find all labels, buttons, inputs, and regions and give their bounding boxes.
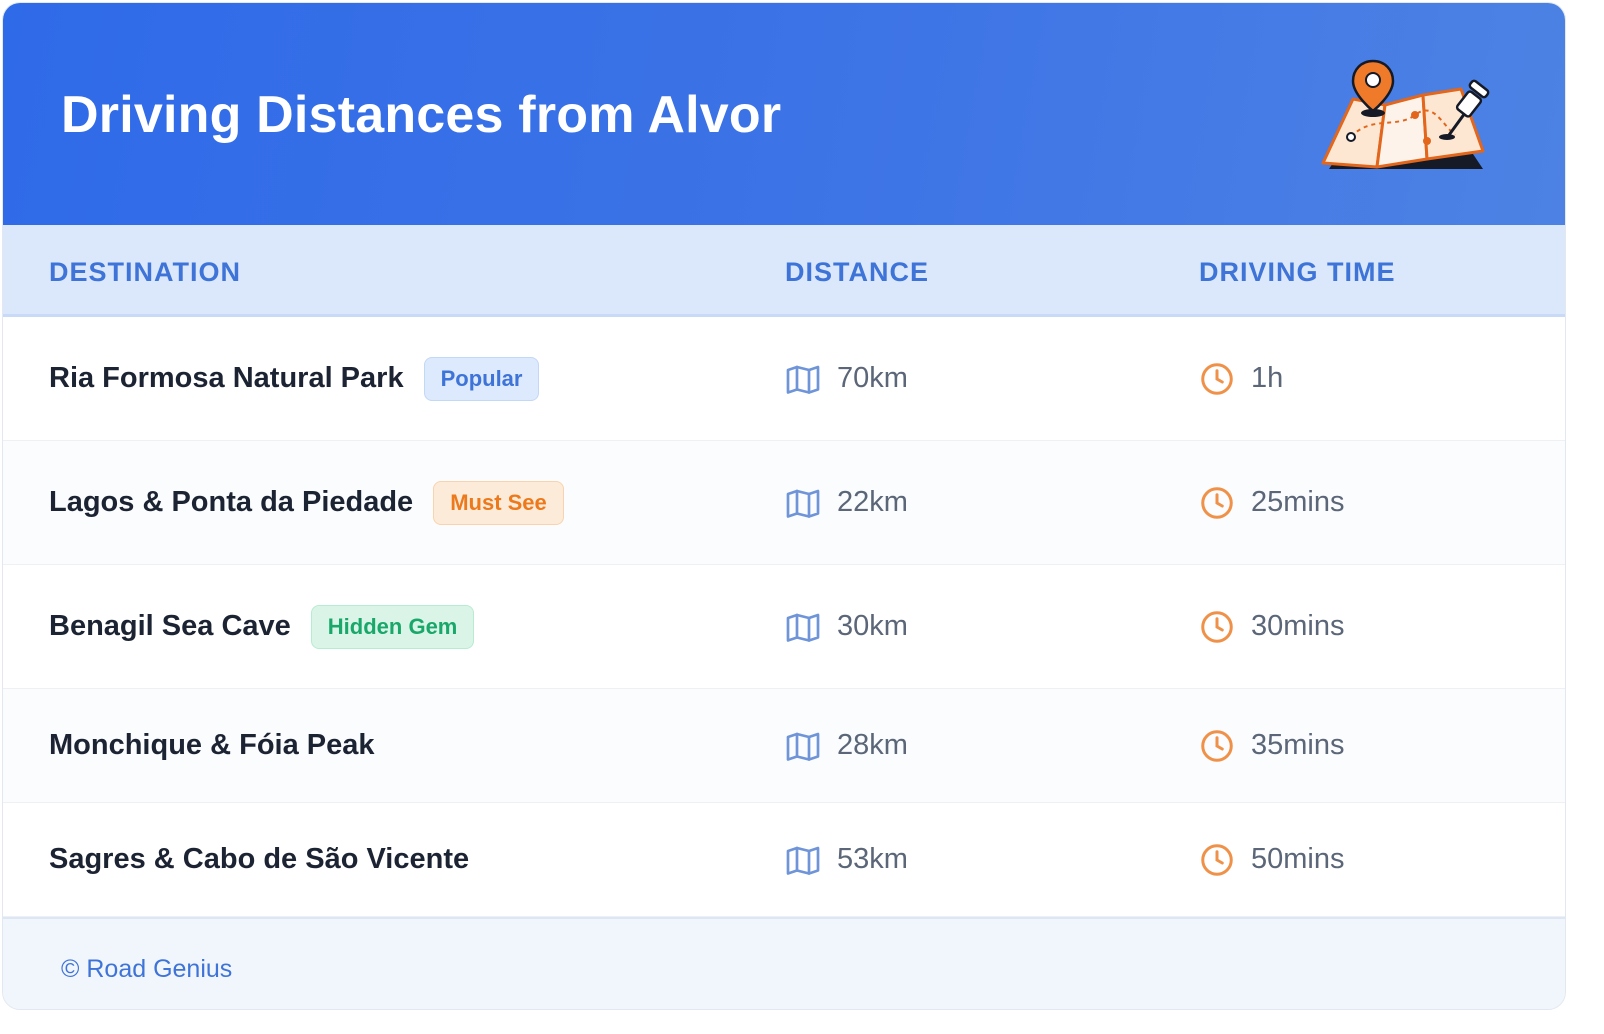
- map-icon: [786, 846, 820, 875]
- clock-icon: [1201, 729, 1233, 762]
- table-row[interactable]: Monchique & Fóia Peak 28km 35mins: [3, 689, 1565, 803]
- header-banner: Driving Distances from Alvor: [3, 3, 1565, 225]
- distance-cell: 28km: [785, 689, 908, 802]
- destination-cell: Monchique & Fóia Peak: [49, 689, 375, 802]
- driving-time-cell: 25mins: [1199, 441, 1345, 564]
- map-icon: [786, 613, 820, 642]
- map-icon: [786, 489, 820, 518]
- destination-cell: Ria Formosa Natural Park Popular: [49, 317, 540, 440]
- clock-icon: [1201, 486, 1233, 519]
- distance-cell: 53km: [785, 803, 908, 916]
- driving-time-value: 35mins: [1251, 729, 1345, 761]
- folded-map-with-pins-icon: [1321, 59, 1490, 169]
- column-header-driving-time[interactable]: DRIVING TIME: [1199, 257, 1396, 288]
- destination-cell: Sagres & Cabo de São Vicente: [49, 803, 469, 916]
- distance-cell: 70km: [785, 317, 908, 440]
- driving-time-value: 50mins: [1251, 843, 1345, 875]
- page-title: Driving Distances from Alvor: [61, 86, 782, 144]
- distance-cell: 22km: [785, 441, 908, 564]
- footer-credit: © Road Genius: [61, 955, 233, 983]
- destination-name: Sagres & Cabo de São Vicente: [49, 843, 470, 875]
- destination-cell: Lagos & Ponta da Piedade Must See: [49, 441, 564, 564]
- destination-name: Lagos & Ponta da Piedade: [49, 486, 414, 518]
- clock-icon: [1201, 610, 1233, 643]
- destination-badge: Must See: [433, 480, 564, 525]
- table-row[interactable]: Ria Formosa Natural Park Popular 70km 1h: [3, 317, 1565, 441]
- driving-time-cell: 50mins: [1199, 803, 1345, 916]
- map-icon: [786, 732, 820, 761]
- clock-icon: [1201, 362, 1233, 395]
- table-row[interactable]: Sagres & Cabo de São Vicente 53km 50mins: [3, 803, 1565, 917]
- table-row[interactable]: Benagil Sea Cave Hidden Gem 30km 30mins: [3, 565, 1565, 689]
- table-row[interactable]: Lagos & Ponta da Piedade Must See 22km 2…: [3, 441, 1565, 565]
- distance-value: 22km: [837, 486, 908, 518]
- footer: © Road Genius: [3, 917, 1565, 1009]
- destination-name: Ria Formosa Natural Park: [49, 362, 404, 394]
- distance-value: 30km: [837, 610, 908, 642]
- distances-card: Driving Distances from Alvor DESTINATION…: [2, 2, 1566, 1010]
- driving-time-cell: 35mins: [1199, 689, 1345, 802]
- clock-icon: [1201, 843, 1233, 876]
- destination-name: Monchique & Fóia Peak: [49, 729, 375, 761]
- destination-name: Benagil Sea Cave: [49, 610, 291, 642]
- driving-time-value: 30mins: [1251, 610, 1345, 642]
- distance-cell: 30km: [785, 565, 908, 688]
- destination-cell: Benagil Sea Cave Hidden Gem: [49, 565, 475, 688]
- distance-value: 28km: [837, 729, 908, 761]
- destination-badge: Hidden Gem: [310, 604, 475, 649]
- map-icon: [786, 365, 820, 394]
- distance-value: 70km: [837, 362, 908, 394]
- destination-badge: Popular: [423, 356, 540, 401]
- driving-time-value: 1h: [1251, 362, 1284, 394]
- driving-time-value: 25mins: [1251, 486, 1345, 518]
- column-header-distance[interactable]: DISTANCE: [785, 257, 929, 288]
- driving-time-cell: 30mins: [1199, 565, 1345, 688]
- table-header: DESTINATION DISTANCE DRIVING TIME: [3, 225, 1565, 317]
- distance-value: 53km: [837, 843, 908, 875]
- column-header-destination[interactable]: DESTINATION: [49, 257, 241, 288]
- driving-time-cell: 1h: [1199, 317, 1283, 440]
